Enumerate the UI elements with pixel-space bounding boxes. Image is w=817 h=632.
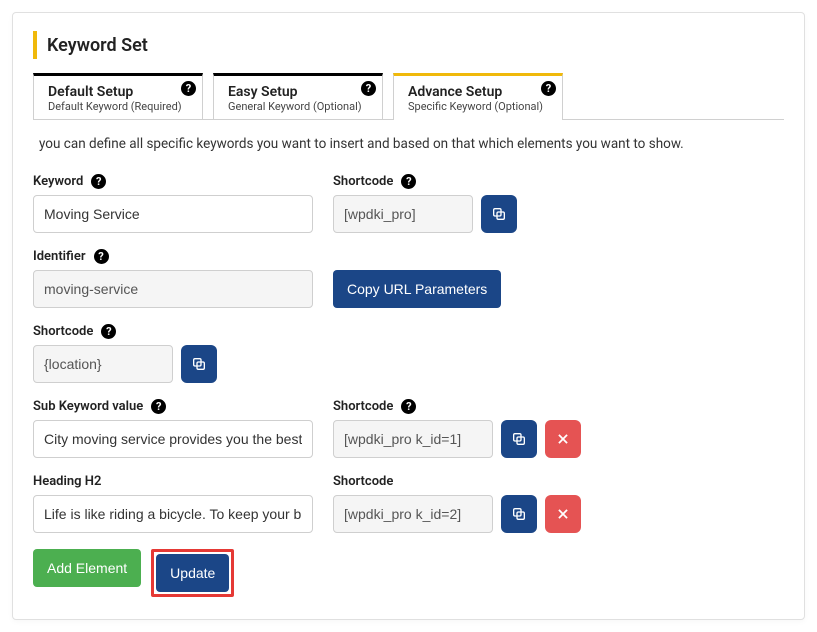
copy-shortcode-button[interactable] [481, 195, 517, 233]
label-sub-keyword: Sub Keyword value [33, 399, 143, 414]
accent-bar [33, 31, 37, 59]
tab-advance-setup[interactable]: Advance Setup Specific Keyword (Optional… [393, 73, 563, 120]
help-icon[interactable]: ? [541, 81, 556, 96]
help-icon[interactable]: ? [101, 324, 116, 339]
field-sub-keyword: Sub Keyword value ? [33, 399, 313, 458]
shortcode-sub-input[interactable] [333, 420, 493, 458]
help-icon[interactable]: ? [401, 174, 416, 189]
tab-default-setup[interactable]: Default Setup Default Keyword (Required)… [33, 73, 203, 119]
help-icon[interactable]: ? [151, 399, 166, 414]
tab-title: Default Setup [48, 84, 188, 100]
row-sub-keyword: Sub Keyword value ? Shortcode ? [33, 399, 784, 458]
tab-subtitle: Specific Keyword (Optional) [408, 100, 548, 113]
description-text: you can define all specific keywords you… [39, 136, 784, 152]
row-keyword: Keyword ? Shortcode ? [33, 174, 784, 233]
copy-shortcode-button[interactable] [181, 345, 217, 383]
label-keyword: Keyword [33, 174, 83, 189]
field-shortcode-location: Shortcode ? [33, 324, 217, 383]
close-icon [556, 507, 570, 521]
field-shortcode-sub: Shortcode ? [333, 399, 581, 458]
copy-url-parameters-button[interactable]: Copy URL Parameters [333, 270, 501, 308]
field-heading-h2: Heading H2 [33, 474, 313, 533]
section-title-wrap: Keyword Set [33, 31, 784, 59]
tab-subtitle: General Keyword (Optional) [228, 100, 368, 113]
keyword-set-panel: Keyword Set Default Setup Default Keywor… [12, 12, 805, 620]
sub-keyword-input[interactable] [33, 420, 313, 458]
label-shortcode: Shortcode [333, 174, 393, 189]
section-title: Keyword Set [47, 35, 148, 56]
field-identifier: Identifier ? [33, 249, 313, 308]
label-shortcode: Shortcode [333, 474, 393, 489]
heading-h2-input[interactable] [33, 495, 313, 533]
shortcode-location-input[interactable] [33, 345, 173, 383]
help-icon[interactable]: ? [181, 81, 196, 96]
label-shortcode: Shortcode [333, 399, 393, 414]
copy-icon [511, 431, 527, 447]
tab-title: Easy Setup [228, 84, 368, 100]
row-identifier: Identifier ? Copy URL Parameters [33, 249, 784, 308]
tab-subtitle: Default Keyword (Required) [48, 100, 188, 113]
row-heading-h2: Heading H2 Shortcode [33, 474, 784, 533]
tab-easy-setup[interactable]: Easy Setup General Keyword (Optional) ? [213, 73, 383, 119]
shortcode-main-input[interactable] [333, 195, 473, 233]
close-icon [556, 432, 570, 446]
copy-icon [491, 206, 507, 222]
row-shortcode-location: Shortcode ? [33, 324, 784, 383]
label-identifier: Identifier [33, 249, 86, 264]
delete-button[interactable] [545, 495, 581, 533]
help-icon[interactable]: ? [91, 174, 106, 189]
tab-title: Advance Setup [408, 84, 548, 100]
delete-button[interactable] [545, 420, 581, 458]
copy-shortcode-button[interactable] [501, 495, 537, 533]
help-icon[interactable]: ? [401, 399, 416, 414]
keyword-input[interactable] [33, 195, 313, 233]
help-icon[interactable]: ? [361, 81, 376, 96]
field-keyword: Keyword ? [33, 174, 313, 233]
label-heading-h2: Heading H2 [33, 474, 101, 489]
field-shortcode-main: Shortcode ? [333, 174, 517, 233]
copy-icon [511, 506, 527, 522]
identifier-input[interactable] [33, 270, 313, 308]
copy-shortcode-button[interactable] [501, 420, 537, 458]
update-highlight: Update [151, 549, 234, 597]
shortcode-h2-input[interactable] [333, 495, 493, 533]
update-button[interactable]: Update [156, 554, 229, 592]
field-shortcode-h2: Shortcode [333, 474, 581, 533]
help-icon[interactable]: ? [94, 249, 109, 264]
add-element-button[interactable]: Add Element [33, 549, 141, 587]
actions-row: Add Element Update [33, 549, 784, 597]
tabs: Default Setup Default Keyword (Required)… [33, 73, 784, 120]
copy-icon [191, 356, 207, 372]
field-copy-url: Copy URL Parameters [333, 270, 501, 308]
label-shortcode: Shortcode [33, 324, 93, 339]
